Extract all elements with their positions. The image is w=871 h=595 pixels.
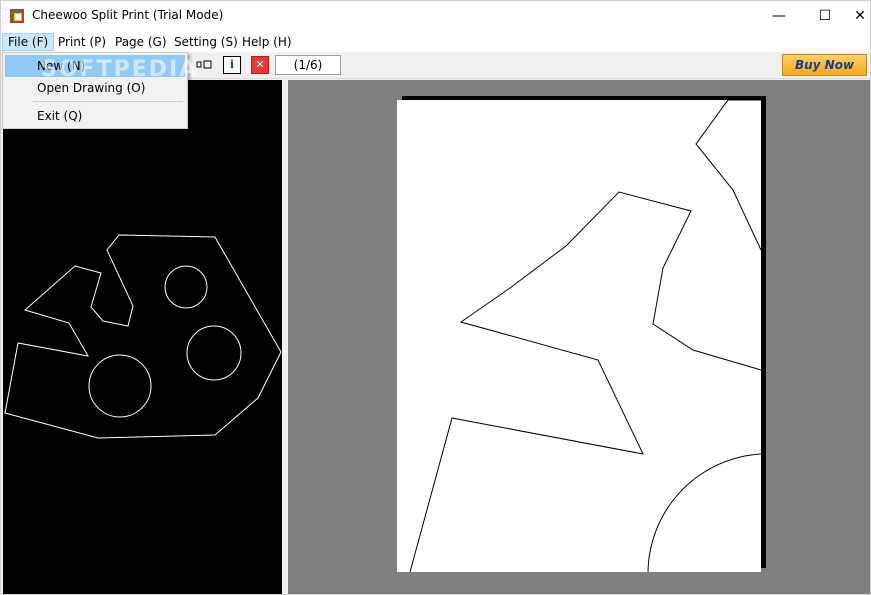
menu-item-exit[interactable]: Exit (Q) (5, 105, 185, 127)
title-bar[interactable]: Cheewoo Split Print (Trial Mode) — ☐ ✕ (1, 1, 870, 32)
page-preview (397, 96, 766, 573)
app-icon (10, 9, 24, 23)
overview-canvas[interactable] (3, 80, 282, 594)
overview-circle-bottom (88, 354, 152, 418)
overview-drawing (4, 234, 282, 439)
info-icon[interactable]: i (223, 56, 241, 74)
minimize-button[interactable]: — (756, 1, 802, 32)
menu-page[interactable]: Page (G) (110, 33, 172, 51)
app-window: Cheewoo Split Print (Trial Mode) — ☐ ✕ F… (0, 0, 871, 595)
menu-file[interactable]: File (F) (2, 33, 55, 51)
window-title: Cheewoo Split Print (Trial Mode) (32, 8, 224, 22)
menu-help[interactable]: Help (H) (237, 33, 297, 51)
overview-circle-small (164, 265, 208, 309)
overview-circle-right (186, 325, 242, 381)
menu-setting[interactable]: Setting (S) (169, 33, 243, 51)
close-button[interactable]: ✕ (848, 1, 871, 32)
watermark-text: SOFTPEDIA (41, 57, 199, 82)
close-red-icon[interactable]: ✕ (251, 56, 269, 74)
maximize-button[interactable]: ☐ (802, 1, 848, 32)
buy-now-button[interactable]: Buy Now (782, 54, 867, 76)
menu-print[interactable]: Print (P) (53, 33, 111, 51)
page-sheet (397, 100, 761, 572)
close-icon: ✕ (854, 8, 866, 24)
menu-separator (33, 101, 183, 102)
info-glyph: i (229, 58, 235, 71)
minimize-icon: — (772, 8, 786, 24)
close-red-glyph: ✕ (255, 58, 265, 71)
overview-outline-shape (4, 234, 282, 439)
menu-bar: File (F) Print (P) Page (G) Setting (S) … (1, 32, 870, 52)
print-preview-canvas[interactable] (288, 80, 870, 594)
page-counter: (1/6) (275, 55, 341, 75)
maximize-icon: ☐ (818, 8, 832, 24)
